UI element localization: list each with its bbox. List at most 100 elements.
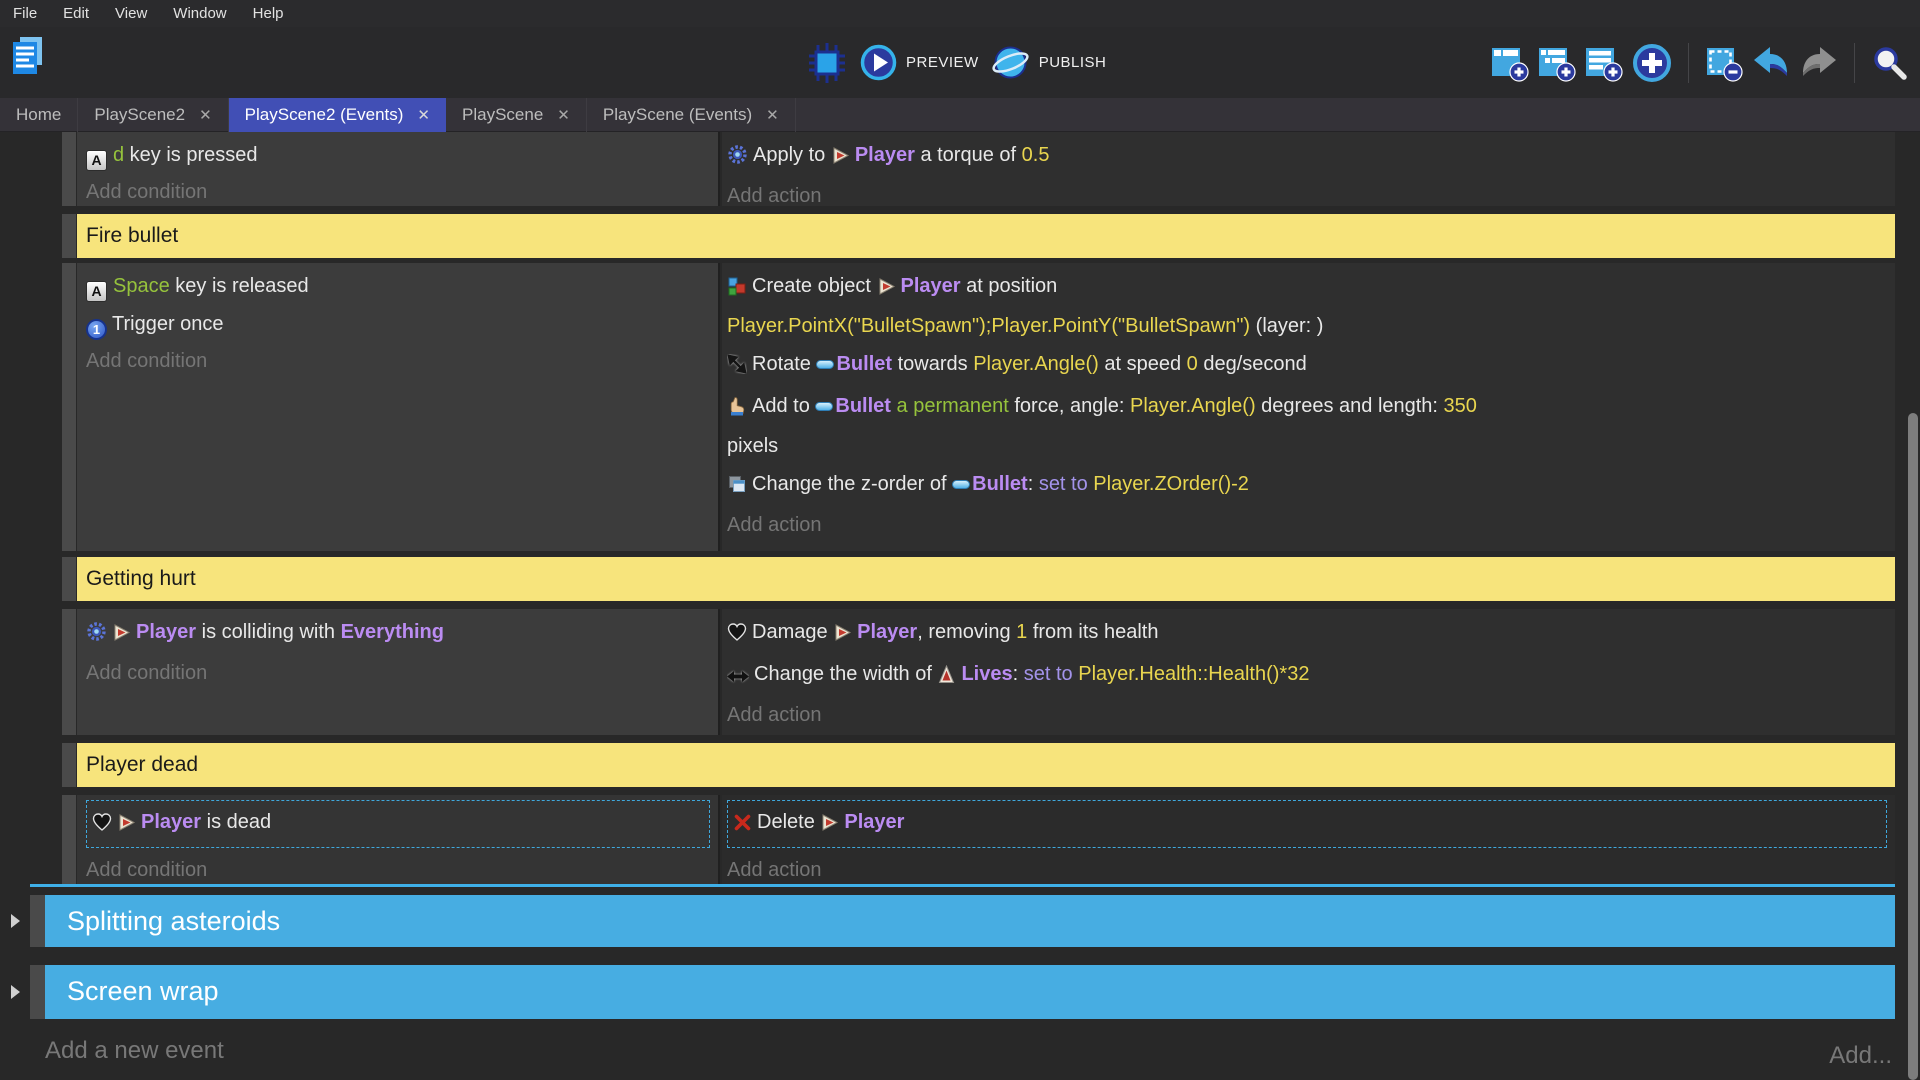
group-header-label[interactable]: Fire bullet (77, 214, 1895, 258)
group-header-label[interactable]: Splitting asteroids (45, 895, 1895, 947)
project-manager-icon[interactable] (10, 35, 44, 81)
publish-button[interactable]: PUBLISH (991, 43, 1107, 82)
menu-file[interactable]: File (0, 0, 50, 27)
actions-column: Apply to Player a torque of 0.5Add actio… (722, 132, 1895, 206)
tab-close-icon[interactable]: ✕ (557, 106, 570, 124)
condition-instruction[interactable]: Ad key is pressed (86, 136, 712, 174)
menu-view[interactable]: View (102, 0, 160, 27)
menu-window[interactable]: Window (160, 0, 239, 27)
add-subevent-icon[interactable] (1537, 43, 1576, 82)
text-part: Trigger once (112, 313, 224, 335)
add-comment-icon[interactable] (1584, 43, 1623, 82)
event-gutter[interactable] (62, 743, 76, 787)
text-part: pixels (727, 435, 778, 457)
tab-label: Home (16, 105, 61, 125)
vertical-scrollbar-thumb[interactable] (1908, 413, 1918, 1080)
event-gutter[interactable] (62, 132, 76, 206)
add-action-button[interactable]: Add action (727, 507, 1889, 543)
menu-edit[interactable]: Edit (50, 0, 102, 27)
action-instruction[interactable]: Change the width of Lives: set to Player… (727, 655, 1889, 697)
action-instruction[interactable]: Create object Player at positionPlayer.P… (727, 267, 1889, 345)
object-ref-player: Player (112, 621, 196, 643)
selection-underline (30, 884, 1895, 887)
condition-instruction[interactable]: Player is dead (92, 803, 704, 845)
event-row[interactable]: Player is dead Add condition Delete Player… (0, 795, 1920, 884)
text-part: Rotate (752, 353, 816, 375)
add-condition-button[interactable]: Add condition (86, 343, 712, 379)
debugger-icon[interactable] (806, 42, 848, 84)
add-condition-button[interactable]: Add condition (86, 852, 712, 884)
add-action-button[interactable]: Add action (727, 852, 1889, 884)
tab-playscene2[interactable]: PlayScene2✕ (78, 98, 228, 132)
action-instruction[interactable]: Add to Bullet a permanent force, angle: … (727, 387, 1889, 465)
menu-help[interactable]: Help (240, 0, 297, 27)
event-row[interactable]: ASpace key is released1Trigger onceAdd c… (0, 263, 1920, 551)
gdevelop-window: File Edit View Window Help (0, 0, 1920, 1080)
preview-button[interactable]: PREVIEW (860, 44, 979, 81)
event-gutter[interactable] (62, 214, 76, 258)
text-part: a permanent (897, 395, 1009, 417)
event-gutter[interactable] (30, 965, 45, 1019)
text-part: , removing (917, 621, 1016, 643)
add-circle-icon[interactable] (1631, 42, 1673, 84)
bullet-icon (952, 480, 970, 489)
object-ref-player: Player (820, 811, 904, 833)
redo-icon[interactable] (1799, 45, 1839, 81)
event-row[interactable]: Player is colliding with EverythingAdd c… (0, 609, 1920, 735)
event-row[interactable]: Ad key is pressedAdd conditionApply to P… (0, 132, 1920, 206)
tab-close-icon[interactable]: ✕ (417, 106, 430, 124)
collapse-arrow-icon[interactable] (11, 914, 20, 928)
collapse-arrow-icon[interactable] (11, 985, 20, 999)
add-action-button[interactable]: Add action (727, 178, 1889, 206)
text-part: Player.Angle() (1130, 395, 1256, 417)
add-action-button[interactable]: Add action (727, 697, 1889, 733)
tab-playscene[interactable]: PlayScene✕ (446, 98, 587, 132)
width-icon (727, 660, 749, 696)
action-instruction[interactable]: Damage Player, removing 1 from its healt… (727, 613, 1889, 655)
toolbar-center: PREVIEW PUBLISH (806, 27, 1106, 98)
group-header-label[interactable]: Getting hurt (77, 557, 1895, 601)
condition-instruction[interactable]: Player is colliding with Everything (86, 613, 712, 655)
add-new-event-button[interactable]: Add a new event (45, 1037, 1920, 1065)
toolbar-separator (1688, 43, 1689, 83)
search-icon[interactable] (1870, 44, 1908, 82)
ship-icon (833, 618, 852, 654)
condition-instruction[interactable]: ASpace key is released (86, 267, 712, 305)
event-gutter[interactable] (62, 263, 76, 551)
group-header-fire-bullet: Fire bullet (0, 214, 1920, 258)
object-ref-player: Player (117, 811, 201, 833)
action-instruction[interactable]: Rotate Bullet towards Player.Angle() at … (727, 345, 1889, 387)
undo-icon[interactable] (1751, 45, 1791, 81)
event-gutter[interactable] (30, 895, 45, 947)
text-part: : (1028, 473, 1039, 495)
preview-play-icon (860, 44, 897, 81)
condition-instruction[interactable]: 1Trigger once (86, 305, 712, 343)
group-header-label[interactable]: Screen wrap (45, 965, 1895, 1019)
event-gutter[interactable] (62, 609, 76, 735)
action-instruction[interactable]: Delete Player (733, 803, 1881, 845)
text-part: from its health (1027, 621, 1158, 643)
action-instruction[interactable]: Apply to Player a torque of 0.5 (727, 136, 1889, 178)
conditions-column: Player is colliding with EverythingAdd c… (77, 609, 720, 735)
tab-close-icon[interactable]: ✕ (199, 106, 212, 124)
conditions-column: ASpace key is released1Trigger onceAdd c… (77, 263, 720, 551)
add-condition-button[interactable]: Add condition (86, 655, 712, 691)
tab-playscene-events-[interactable]: PlayScene (Events)✕ (587, 98, 796, 132)
event-gutter[interactable] (62, 557, 76, 601)
group-header-label[interactable]: Player dead (77, 743, 1895, 787)
rotate-icon (727, 350, 747, 386)
tab-bar: HomePlayScene2✕PlayScene2 (Events)✕PlayS… (0, 98, 1920, 132)
remove-selection-icon[interactable] (1704, 43, 1743, 82)
object-ref-player: Player (877, 275, 961, 297)
tab-home[interactable]: Home (0, 98, 78, 132)
add-condition-button[interactable]: Add condition (86, 174, 712, 206)
conditions-column: Ad key is pressedAdd condition (77, 132, 720, 206)
text-part: Create object (752, 275, 877, 297)
tab-playscene2-events-[interactable]: PlayScene2 (Events)✕ (229, 98, 446, 132)
event-gutter[interactable] (62, 795, 76, 884)
menu-bar: File Edit View Window Help (0, 0, 1920, 27)
add-event-icon[interactable] (1490, 43, 1529, 82)
tab-close-icon[interactable]: ✕ (766, 106, 779, 124)
add-more-button[interactable]: Add... (1829, 1042, 1892, 1070)
action-instruction[interactable]: Change the z-order of Bullet: set to Pla… (727, 465, 1889, 507)
